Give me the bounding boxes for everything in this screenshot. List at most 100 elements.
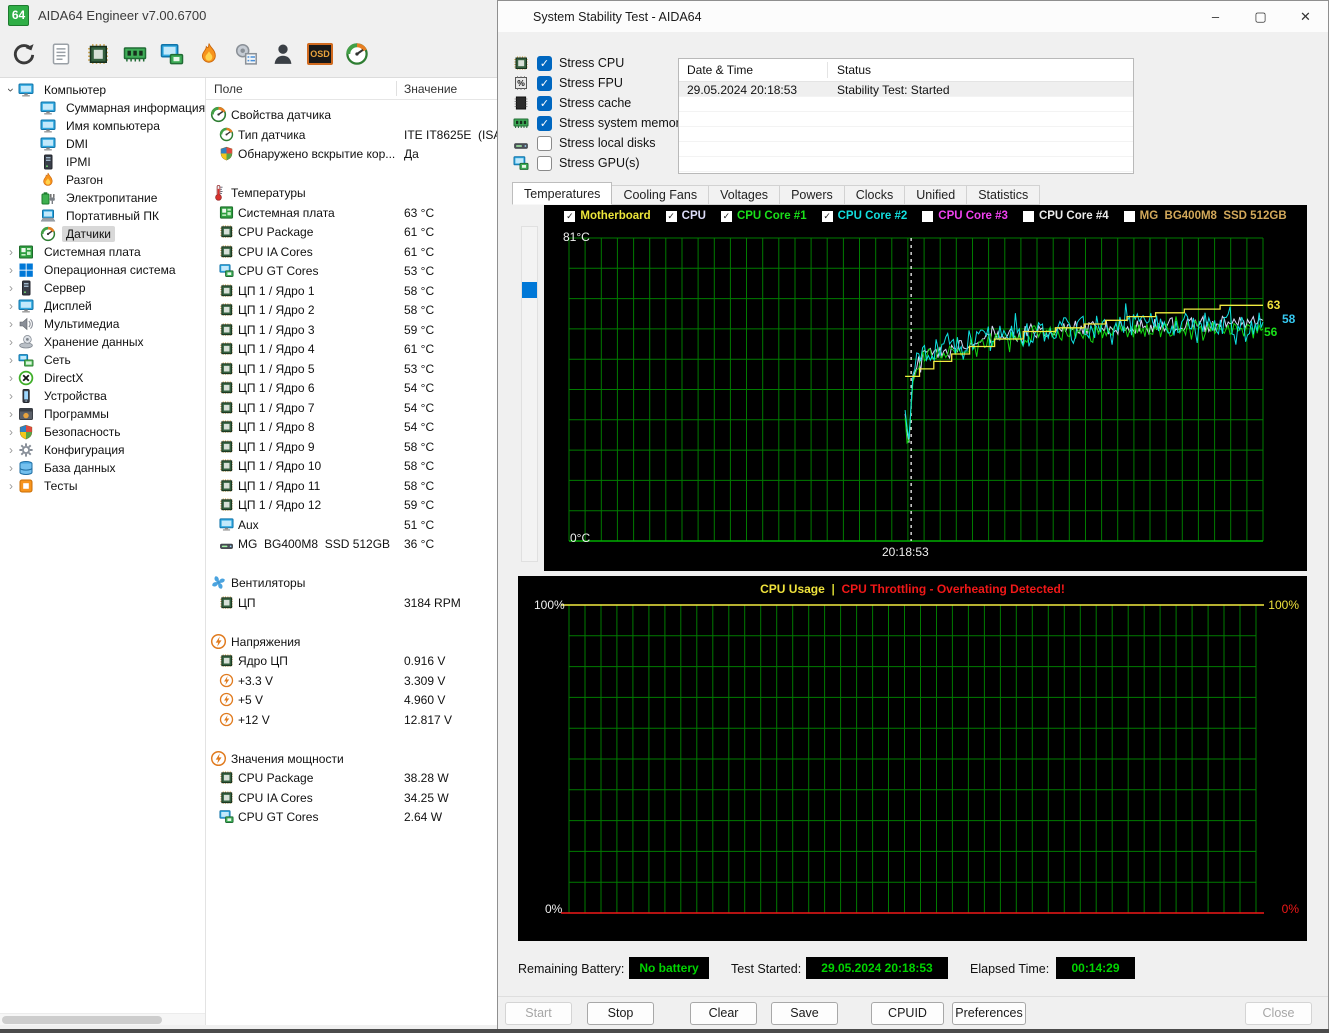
chevron-right-icon[interactable]: › [4, 245, 18, 259]
gpu-icon[interactable] [158, 40, 186, 68]
tree-item-сеть[interactable]: › Сеть [0, 351, 205, 369]
tab-powers[interactable]: Powers [780, 185, 845, 205]
sensor-row[interactable]: ЦП 1 / Ядро 5 53 °C [206, 359, 497, 379]
sensor-row[interactable]: ЦП 3184 RPM [206, 593, 497, 613]
cpu-icon[interactable] [84, 40, 112, 68]
sensor-row[interactable]: Системная плата 63 °C [206, 203, 497, 223]
tree-item-мультимедиа[interactable]: › Мультимедиа [0, 315, 205, 333]
checkbox[interactable]: ✓ [537, 95, 552, 111]
legend-checkbox[interactable] [1123, 210, 1135, 222]
checkbox[interactable]: ✓ [537, 155, 552, 171]
checkbox[interactable]: ✓ [537, 115, 552, 131]
sensor-row[interactable]: CPU GT Cores 53 °C [206, 261, 497, 281]
tree-item-ipmi[interactable]: IPMI [0, 153, 205, 171]
slider-thumb[interactable] [522, 282, 537, 298]
sensor-row[interactable]: +5 V 4.960 V [206, 690, 497, 710]
tab-clocks[interactable]: Clocks [844, 185, 906, 205]
tree-item-безопасность[interactable]: › Безопасность [0, 423, 205, 441]
preferences-button[interactable]: Preferences [952, 1002, 1026, 1025]
tree-item-портативный-пк[interactable]: Портативный ПК [0, 207, 205, 225]
chevron-right-icon[interactable]: › [4, 407, 18, 421]
checkbox[interactable]: ✓ [537, 135, 552, 151]
chevron-down-icon[interactable]: › [4, 83, 18, 97]
tree-item-дисплей[interactable]: › Дисплей [0, 297, 205, 315]
sensor-row[interactable]: ЦП 1 / Ядро 2 58 °C [206, 300, 497, 320]
sensor-row[interactable]: CPU Package 61 °C [206, 222, 497, 242]
sensor-row[interactable]: Обнаружено вскрытие кор... Да [206, 144, 497, 164]
tree-item-устройства[interactable]: › Устройства [0, 387, 205, 405]
sensor-row[interactable]: ЦП 1 / Ядро 12 59 °C [206, 495, 497, 515]
clear-button[interactable]: Clear [690, 1002, 757, 1025]
sensor-row[interactable]: Aux 51 °C [206, 515, 497, 535]
report-icon[interactable] [47, 40, 75, 68]
osd-icon[interactable]: OSD [306, 40, 334, 68]
log-row[interactable]: 29.05.2024 20:18:53 Stability Test: Start… [679, 82, 1133, 97]
tab-voltages[interactable]: Voltages [709, 185, 781, 205]
maximize-button[interactable]: ▢ [1238, 1, 1283, 32]
sensor-row[interactable]: ЦП 1 / Ядро 1 58 °C [206, 281, 497, 301]
cpuid-button[interactable]: CPUID [871, 1002, 944, 1025]
sensor-row[interactable]: CPU GT Cores 2.64 W [206, 807, 497, 827]
log-col-status[interactable]: Status [837, 63, 871, 77]
column-header-value[interactable]: Значение [404, 82, 457, 96]
chevron-right-icon[interactable]: › [4, 479, 18, 493]
tree-item-компьютер[interactable]: › Компьютер [0, 81, 205, 99]
sensor-row[interactable]: ЦП 1 / Ядро 10 58 °C [206, 456, 497, 476]
column-header-field[interactable]: Поле [214, 82, 243, 96]
legend-checkbox[interactable]: ✓ [821, 210, 833, 222]
tree-item-хранение-данных[interactable]: › Хранение данных [0, 333, 205, 351]
chevron-right-icon[interactable]: › [4, 299, 18, 313]
tab-unified[interactable]: Unified [905, 185, 968, 205]
sensor-row[interactable]: CPU IA Cores 34.25 W [206, 788, 497, 808]
group-header-1[interactable]: Температуры [206, 183, 497, 203]
tree-item-имя-компьютера[interactable]: Имя компьютера [0, 117, 205, 135]
checkbox[interactable]: ✓ [537, 55, 552, 71]
user-icon[interactable] [269, 40, 297, 68]
tab-statistics[interactable]: Statistics [967, 185, 1041, 205]
group-header-0[interactable]: Свойства датчика [206, 105, 497, 125]
sensor-row[interactable]: ЦП 1 / Ядро 9 58 °C [206, 437, 497, 457]
sensor-row[interactable]: +3.3 V 3.309 V [206, 671, 497, 691]
chevron-right-icon[interactable]: › [4, 335, 18, 349]
chevron-right-icon[interactable]: › [4, 371, 18, 385]
sensor-row[interactable]: ЦП 1 / Ядро 11 58 °C [206, 476, 497, 496]
group-header-4[interactable]: Значения мощности [206, 749, 497, 769]
legend-checkbox[interactable]: ✓ [665, 210, 677, 222]
minimize-button[interactable]: – [1193, 1, 1238, 32]
legend-checkbox[interactable]: ✓ [564, 210, 576, 222]
chart-zoom-slider[interactable] [521, 226, 538, 562]
gauge-icon[interactable] [343, 40, 371, 68]
scrollbar-thumb[interactable] [2, 1016, 162, 1024]
tree-item-база-данных[interactable]: › База данных [0, 459, 205, 477]
sensor-row[interactable]: ЦП 1 / Ядро 7 54 °C [206, 398, 497, 418]
group-header-3[interactable]: Напряжения [206, 632, 497, 652]
tree-item-датчики[interactable]: Датчики [0, 225, 205, 243]
settings-icon[interactable] [232, 40, 260, 68]
legend-checkbox[interactable] [1022, 210, 1034, 222]
tab-cooling-fans[interactable]: Cooling Fans [612, 185, 710, 205]
legend-checkbox[interactable] [922, 210, 934, 222]
tree-item-операционная-система[interactable]: › Операционная система [0, 261, 205, 279]
sensor-row[interactable]: Тип датчика ITE IT8625E (ISA A [206, 125, 497, 145]
column-divider[interactable] [396, 81, 397, 96]
tree-item-конфигурация[interactable]: › Конфигурация [0, 441, 205, 459]
legend-checkbox[interactable]: ✓ [720, 210, 732, 222]
tree-item-dmi[interactable]: DMI [0, 135, 205, 153]
tree-item-системная-плата[interactable]: › Системная плата [0, 243, 205, 261]
checkbox[interactable]: ✓ [537, 75, 552, 91]
tree-item-программы[interactable]: › Программы [0, 405, 205, 423]
group-header-2[interactable]: Вентиляторы [206, 573, 497, 593]
tree-item-разгон[interactable]: Разгон [0, 171, 205, 189]
refresh-icon[interactable] [10, 40, 38, 68]
sensor-row[interactable]: ЦП 1 / Ядро 4 61 °C [206, 339, 497, 359]
sensor-row[interactable]: Ядро ЦП 0.916 V [206, 651, 497, 671]
sensor-row[interactable]: ЦП 1 / Ядро 6 54 °C [206, 378, 497, 398]
tree-item-сервер[interactable]: › Сервер [0, 279, 205, 297]
stop-button[interactable]: Stop [587, 1002, 654, 1025]
tree-item-directx[interactable]: › DirectX [0, 369, 205, 387]
chevron-right-icon[interactable]: › [4, 389, 18, 403]
save-button[interactable]: Save [771, 1002, 838, 1025]
close-window-button[interactable]: ✕ [1283, 1, 1328, 32]
chevron-right-icon[interactable]: › [4, 263, 18, 277]
log-col-divider[interactable] [827, 62, 828, 78]
